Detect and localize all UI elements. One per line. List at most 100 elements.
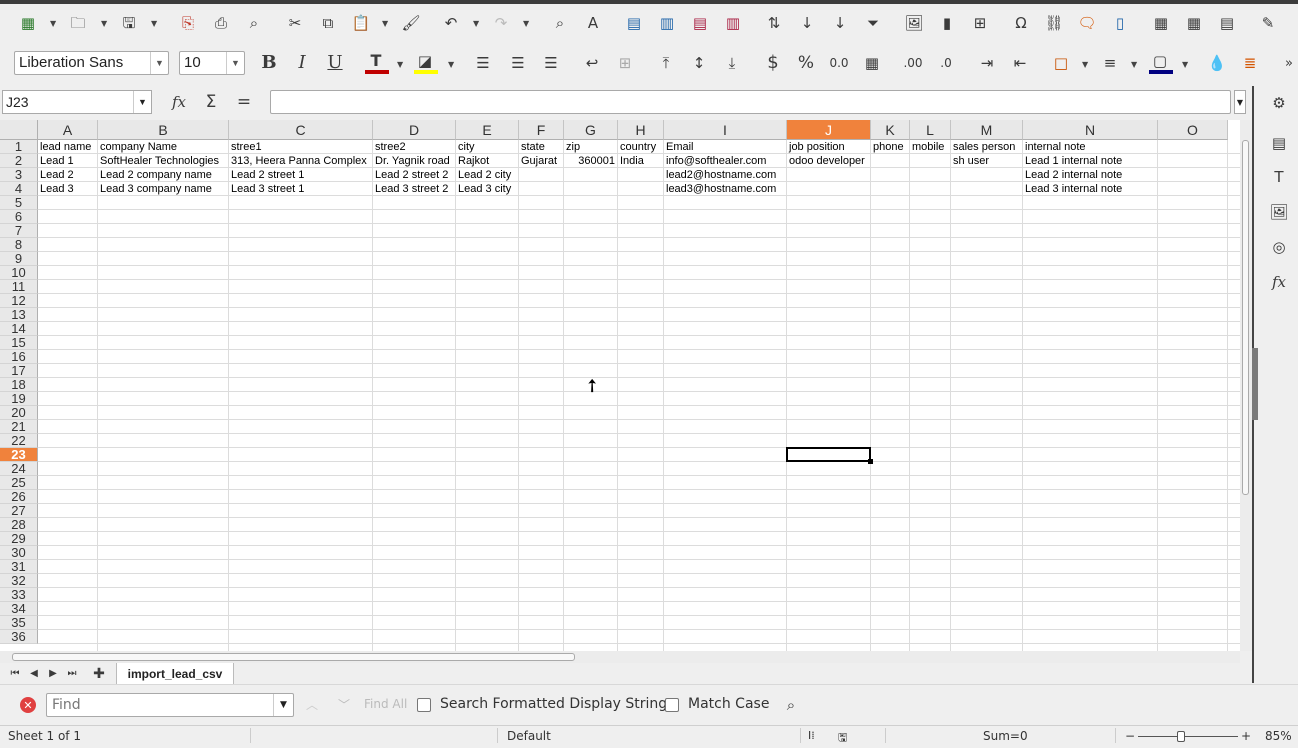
- row-header-5[interactable]: 5: [0, 195, 38, 210]
- borders-icon[interactable]: □: [1050, 52, 1072, 74]
- cell-n2[interactable]: Lead 1 internal note: [1023, 154, 1157, 168]
- gallery-icon[interactable]: 🖼: [1268, 201, 1290, 223]
- cell-j1[interactable]: job position: [787, 140, 870, 154]
- cell-g1[interactable]: zip: [564, 140, 617, 154]
- cell-i3[interactable]: lead2@hostname.com: [664, 168, 786, 182]
- zoom-out-icon[interactable]: −: [1125, 729, 1135, 743]
- find-replace-icon[interactable]: ⌕: [549, 12, 571, 34]
- last-sheet-icon[interactable]: ⏭: [61, 663, 83, 685]
- print-preview-icon[interactable]: ⌕: [243, 12, 265, 34]
- cell-e4[interactable]: Lead 3 city: [456, 182, 518, 196]
- sum-icon[interactable]: Σ: [200, 91, 222, 113]
- find-next-icon[interactable]: ﹀: [333, 694, 355, 716]
- paste-dropdown-icon[interactable]: ▼: [382, 19, 390, 28]
- cell-n4[interactable]: Lead 3 internal note: [1023, 182, 1157, 196]
- find-input-box[interactable]: ▼: [46, 693, 294, 717]
- cell-h1[interactable]: country: [618, 140, 663, 154]
- spelling-icon[interactable]: A: [582, 12, 604, 34]
- cell-i1[interactable]: Email: [664, 140, 786, 154]
- cut-icon[interactable]: ✂: [284, 12, 306, 34]
- cell-g2[interactable]: 360001: [564, 154, 617, 168]
- search-formatted-checkbox[interactable]: [417, 698, 431, 712]
- row-header-17[interactable]: 17: [0, 363, 38, 378]
- cell-d4[interactable]: Lead 3 street 2: [373, 182, 455, 196]
- find-replace-dialog-icon[interactable]: ⌕: [780, 694, 802, 716]
- cell-a2[interactable]: Lead 1: [38, 154, 97, 168]
- export-pdf-icon[interactable]: ⎘: [177, 12, 199, 34]
- new-spreadsheet-icon[interactable]: ▦: [17, 12, 39, 34]
- selection-mode-icon[interactable]: I⁞: [808, 729, 815, 742]
- column-header-c[interactable]: C: [229, 120, 373, 140]
- cell-e2[interactable]: Rajkot: [456, 154, 518, 168]
- row-header-7[interactable]: 7: [0, 223, 38, 238]
- zoom-level[interactable]: 85%: [1265, 729, 1292, 743]
- row-header-33[interactable]: 33: [0, 587, 38, 602]
- new-dropdown-icon[interactable]: ▼: [50, 19, 58, 28]
- row-header-26[interactable]: 26: [0, 489, 38, 504]
- column-header-j[interactable]: J: [787, 120, 871, 140]
- column-header-i[interactable]: I: [664, 120, 787, 140]
- formula-icon[interactable]: =: [233, 91, 255, 113]
- match-case-checkbox[interactable]: [665, 698, 679, 712]
- sidebar-settings-icon[interactable]: ⚙: [1268, 92, 1290, 114]
- autofill-handle[interactable]: [868, 459, 873, 464]
- headers-footers-icon[interactable]: ▯: [1109, 12, 1131, 34]
- column-header-m[interactable]: M: [951, 120, 1023, 140]
- cell-l1[interactable]: mobile: [910, 140, 950, 154]
- border-style-icon[interactable]: ≡: [1099, 52, 1121, 74]
- vertical-scroll-thumb[interactable]: [1242, 140, 1249, 495]
- functions-icon[interactable]: fx: [1268, 271, 1290, 293]
- row-header-29[interactable]: 29: [0, 531, 38, 546]
- cell-m1[interactable]: sales person: [951, 140, 1022, 154]
- freeze-rows-columns-icon[interactable]: ▦: [1183, 12, 1205, 34]
- cell-a1[interactable]: lead name: [38, 140, 97, 154]
- select-all-corner[interactable]: [0, 120, 38, 140]
- expand-formula-bar-icon[interactable]: ▼: [1234, 90, 1246, 114]
- close-find-bar-icon[interactable]: ✕: [20, 697, 36, 713]
- cell-k1[interactable]: phone: [871, 140, 909, 154]
- row-header-3[interactable]: 3: [0, 167, 38, 182]
- cell-n1[interactable]: internal note: [1023, 140, 1157, 154]
- highlight-color-icon[interactable]: ◪: [414, 50, 436, 72]
- row-header-10[interactable]: 10: [0, 265, 38, 280]
- row-header-25[interactable]: 25: [0, 475, 38, 490]
- find-previous-icon[interactable]: ︿: [301, 694, 323, 716]
- redo-icon[interactable]: ↷: [490, 12, 512, 34]
- conditional-icon[interactable]: ≣: [1239, 52, 1261, 74]
- align-bottom-icon[interactable]: ⤓: [721, 52, 743, 74]
- border-style-dropdown-icon[interactable]: ▼: [1131, 60, 1139, 69]
- row-header-19[interactable]: 19: [0, 391, 38, 406]
- insert-chart-icon[interactable]: ▮: [936, 12, 958, 34]
- row-header-13[interactable]: 13: [0, 307, 38, 322]
- cell-j2[interactable]: odoo developer: [787, 154, 870, 168]
- chevron-down-icon[interactable]: ▼: [226, 52, 244, 74]
- show-draw-functions-icon[interactable]: ✎: [1257, 12, 1279, 34]
- row-header-32[interactable]: 32: [0, 573, 38, 588]
- column-header-b[interactable]: B: [98, 120, 229, 140]
- row-header-27[interactable]: 27: [0, 503, 38, 518]
- row-header-2[interactable]: 2: [0, 153, 38, 168]
- paste-icon[interactable]: 📋: [350, 12, 372, 34]
- open-dropdown-icon[interactable]: ▼: [101, 19, 109, 28]
- cell-b2[interactable]: SoftHealer Technologies: [98, 154, 228, 168]
- comment-icon[interactable]: 🗨: [1076, 12, 1098, 34]
- row-header-31[interactable]: 31: [0, 559, 38, 574]
- font-color-icon[interactable]: T: [365, 50, 387, 72]
- cell-d3[interactable]: Lead 2 street 2: [373, 168, 455, 182]
- column-header-n[interactable]: N: [1023, 120, 1158, 140]
- cell-d2[interactable]: Dr. Yagnik road: [373, 154, 455, 168]
- column-header-k[interactable]: K: [871, 120, 910, 140]
- zoom-slider-track[interactable]: [1138, 736, 1238, 737]
- background-color-icon[interactable]: ▢: [1149, 50, 1171, 72]
- column-header-l[interactable]: L: [910, 120, 951, 140]
- delete-row-icon[interactable]: ▤: [689, 12, 711, 34]
- row-icon[interactable]: ▤: [623, 12, 645, 34]
- cell-a4[interactable]: Lead 3: [38, 182, 97, 196]
- special-character-icon[interactable]: Ω: [1010, 12, 1032, 34]
- align-top-icon[interactable]: ⤒: [655, 52, 677, 74]
- background-dropdown-icon[interactable]: ▼: [1182, 60, 1190, 69]
- delete-decimal-icon[interactable]: .0: [935, 52, 957, 74]
- function-wizard-icon[interactable]: fx: [168, 91, 190, 113]
- row-header-30[interactable]: 30: [0, 545, 38, 560]
- highlight-dropdown-icon[interactable]: ▼: [448, 60, 456, 69]
